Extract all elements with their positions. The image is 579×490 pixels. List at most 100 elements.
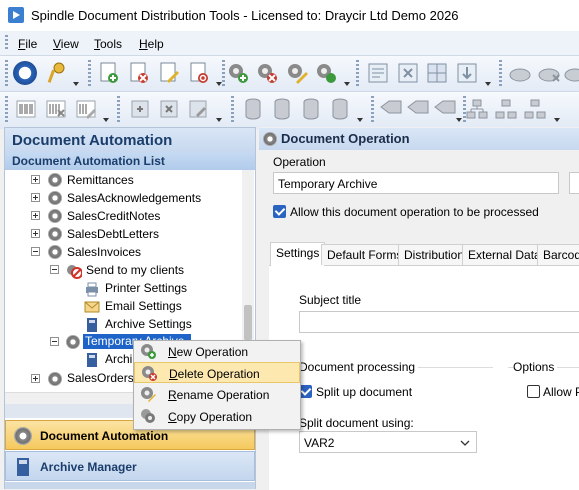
hierarchy-edit-icon[interactable] xyxy=(523,97,547,121)
refresh-document-icon[interactable] xyxy=(187,61,211,85)
expand-toggle[interactable] xyxy=(31,229,40,238)
edit-document-icon[interactable] xyxy=(157,61,181,85)
chevron-down-icon[interactable] xyxy=(73,82,79,86)
info-icon[interactable] xyxy=(13,61,37,85)
form-import-icon[interactable] xyxy=(455,61,479,85)
toolbar-grip[interactable] xyxy=(5,96,8,122)
tab-external-data[interactable]: External Data xyxy=(462,244,547,265)
split-using-value: VAR2 xyxy=(304,436,335,450)
tag-edit-icon[interactable] xyxy=(433,97,457,121)
menu-item-delete-operation[interactable]: Delete Operation xyxy=(134,362,300,383)
cloud-edit-icon[interactable] xyxy=(563,61,579,85)
chevron-down-icon[interactable] xyxy=(357,118,363,122)
database-add-icon[interactable] xyxy=(241,97,265,121)
archive-icon xyxy=(14,457,32,477)
toolbar-grip[interactable] xyxy=(371,96,374,122)
menu-item-label: Copy Operation xyxy=(168,410,253,424)
tree-item-printer-settings[interactable]: Printer Settings xyxy=(105,281,187,295)
toolbar-grip[interactable] xyxy=(499,60,502,86)
menu-view[interactable]: View xyxy=(53,37,79,51)
expand-toggle[interactable] xyxy=(31,211,40,220)
form-delete-icon[interactable] xyxy=(396,61,420,85)
tag-add-icon[interactable] xyxy=(379,97,403,121)
toolbar-grip[interactable] xyxy=(5,60,8,86)
tab-barcode[interactable]: Barcode xyxy=(537,244,579,265)
expand-toggle[interactable] xyxy=(31,374,40,383)
key-icon[interactable] xyxy=(44,61,68,85)
barcode-delete-icon[interactable] xyxy=(44,97,68,121)
menu-item-label: New Operation xyxy=(168,345,249,359)
allow-processing-checkbox[interactable] xyxy=(273,205,286,218)
operation-name-field[interactable]: Temporary Archive xyxy=(273,172,559,194)
add-operation-icon[interactable] xyxy=(226,61,250,85)
delete-document-icon[interactable] xyxy=(127,61,151,85)
delete-operation-icon[interactable] xyxy=(255,61,279,85)
tree-item-salesinvoices[interactable]: SalesInvoices xyxy=(67,245,141,259)
chevron-down-icon[interactable] xyxy=(456,118,462,122)
menu-tools[interactable]: Tools xyxy=(94,37,122,51)
toolbar-grip[interactable] xyxy=(231,96,234,122)
chevron-down-icon[interactable] xyxy=(103,118,109,122)
gear-add-icon xyxy=(140,343,156,359)
tag-delete-icon[interactable] xyxy=(406,97,430,121)
tree-item-salescreditnotes[interactable]: SalesCreditNotes xyxy=(67,209,160,223)
tree-item-salesdebtletters[interactable]: SalesDebtLetters xyxy=(67,227,159,241)
chevron-down-icon[interactable] xyxy=(485,82,491,86)
menu-grip[interactable] xyxy=(5,35,8,51)
tree-scroll-thumb[interactable] xyxy=(244,305,252,340)
expand-toggle[interactable] xyxy=(31,175,40,184)
tree-item-archive[interactable]: Archi xyxy=(105,352,132,366)
collapse-toggle[interactable] xyxy=(50,337,59,346)
data-add-icon[interactable] xyxy=(128,97,152,121)
data-edit-icon[interactable] xyxy=(186,97,210,121)
tab-settings[interactable]: Settings xyxy=(270,242,326,266)
gear-icon xyxy=(14,427,32,445)
split-using-select[interactable]: VAR2 xyxy=(299,431,477,453)
subject-title-field[interactable] xyxy=(299,311,579,333)
tree-item-salesorders[interactable]: SalesOrders xyxy=(67,371,134,385)
toolbar-grip[interactable] xyxy=(356,60,359,86)
gear-delete-icon xyxy=(141,365,157,381)
chevron-down-icon[interactable] xyxy=(216,118,222,122)
chevron-down-icon[interactable] xyxy=(344,82,350,86)
tab-default-forms[interactable]: Default Forms xyxy=(321,244,409,265)
operation-extra-field[interactable] xyxy=(569,172,579,194)
menu-file[interactable]: File xyxy=(18,37,37,51)
nav-archive-manager[interactable]: Archive Manager xyxy=(5,451,255,481)
tree-item-email-settings[interactable]: Email Settings xyxy=(105,299,182,313)
menu-help[interactable]: Help xyxy=(139,37,164,51)
nav-label: Document Automation xyxy=(40,429,169,443)
cloud-delete-icon[interactable] xyxy=(537,61,561,85)
data-delete-icon[interactable] xyxy=(157,97,181,121)
tree-item-archive-settings[interactable]: Archive Settings xyxy=(105,317,192,331)
edit-operation-icon[interactable] xyxy=(285,61,309,85)
hierarchy-delete-icon[interactable] xyxy=(494,97,518,121)
menu-item-copy-operation[interactable]: Copy Operation xyxy=(134,406,300,427)
toolbar-grip[interactable] xyxy=(88,60,91,86)
toolbar-grip[interactable] xyxy=(222,60,225,86)
collapse-toggle[interactable] xyxy=(50,265,59,274)
form-icon[interactable] xyxy=(366,61,390,85)
menu-item-rename-operation[interactable]: Rename Operation xyxy=(134,384,300,405)
tree-item-salesacknowledgements[interactable]: SalesAcknowledgements xyxy=(67,191,201,205)
barcode-edit-icon[interactable] xyxy=(74,97,98,121)
tab-distribution[interactable]: Distribution xyxy=(398,244,471,265)
collapse-toggle[interactable] xyxy=(31,247,40,256)
menu-item-new-operation[interactable]: New Operation xyxy=(134,341,300,362)
database-edit-icon[interactable] xyxy=(299,97,323,121)
toolbar-grip[interactable] xyxy=(117,96,120,122)
add-document-icon[interactable] xyxy=(97,61,121,85)
tree-item-remittances[interactable]: Remittances xyxy=(67,173,134,187)
allow-option-checkbox[interactable] xyxy=(527,385,540,398)
refresh-operation-icon[interactable] xyxy=(314,61,338,85)
chevron-down-icon[interactable] xyxy=(554,118,560,122)
cloud-icon[interactable] xyxy=(508,61,532,85)
database-delete-icon[interactable] xyxy=(270,97,294,121)
left-panel-subtitle: Document Automation List xyxy=(12,154,165,168)
barcode-icon[interactable] xyxy=(14,97,38,121)
expand-toggle[interactable] xyxy=(31,193,40,202)
form-grid-icon[interactable] xyxy=(425,61,449,85)
tree-item-send-to-my-clients[interactable]: Send to my clients xyxy=(86,263,184,277)
hierarchy-add-icon[interactable] xyxy=(465,97,489,121)
database-refresh-icon[interactable] xyxy=(328,97,352,121)
